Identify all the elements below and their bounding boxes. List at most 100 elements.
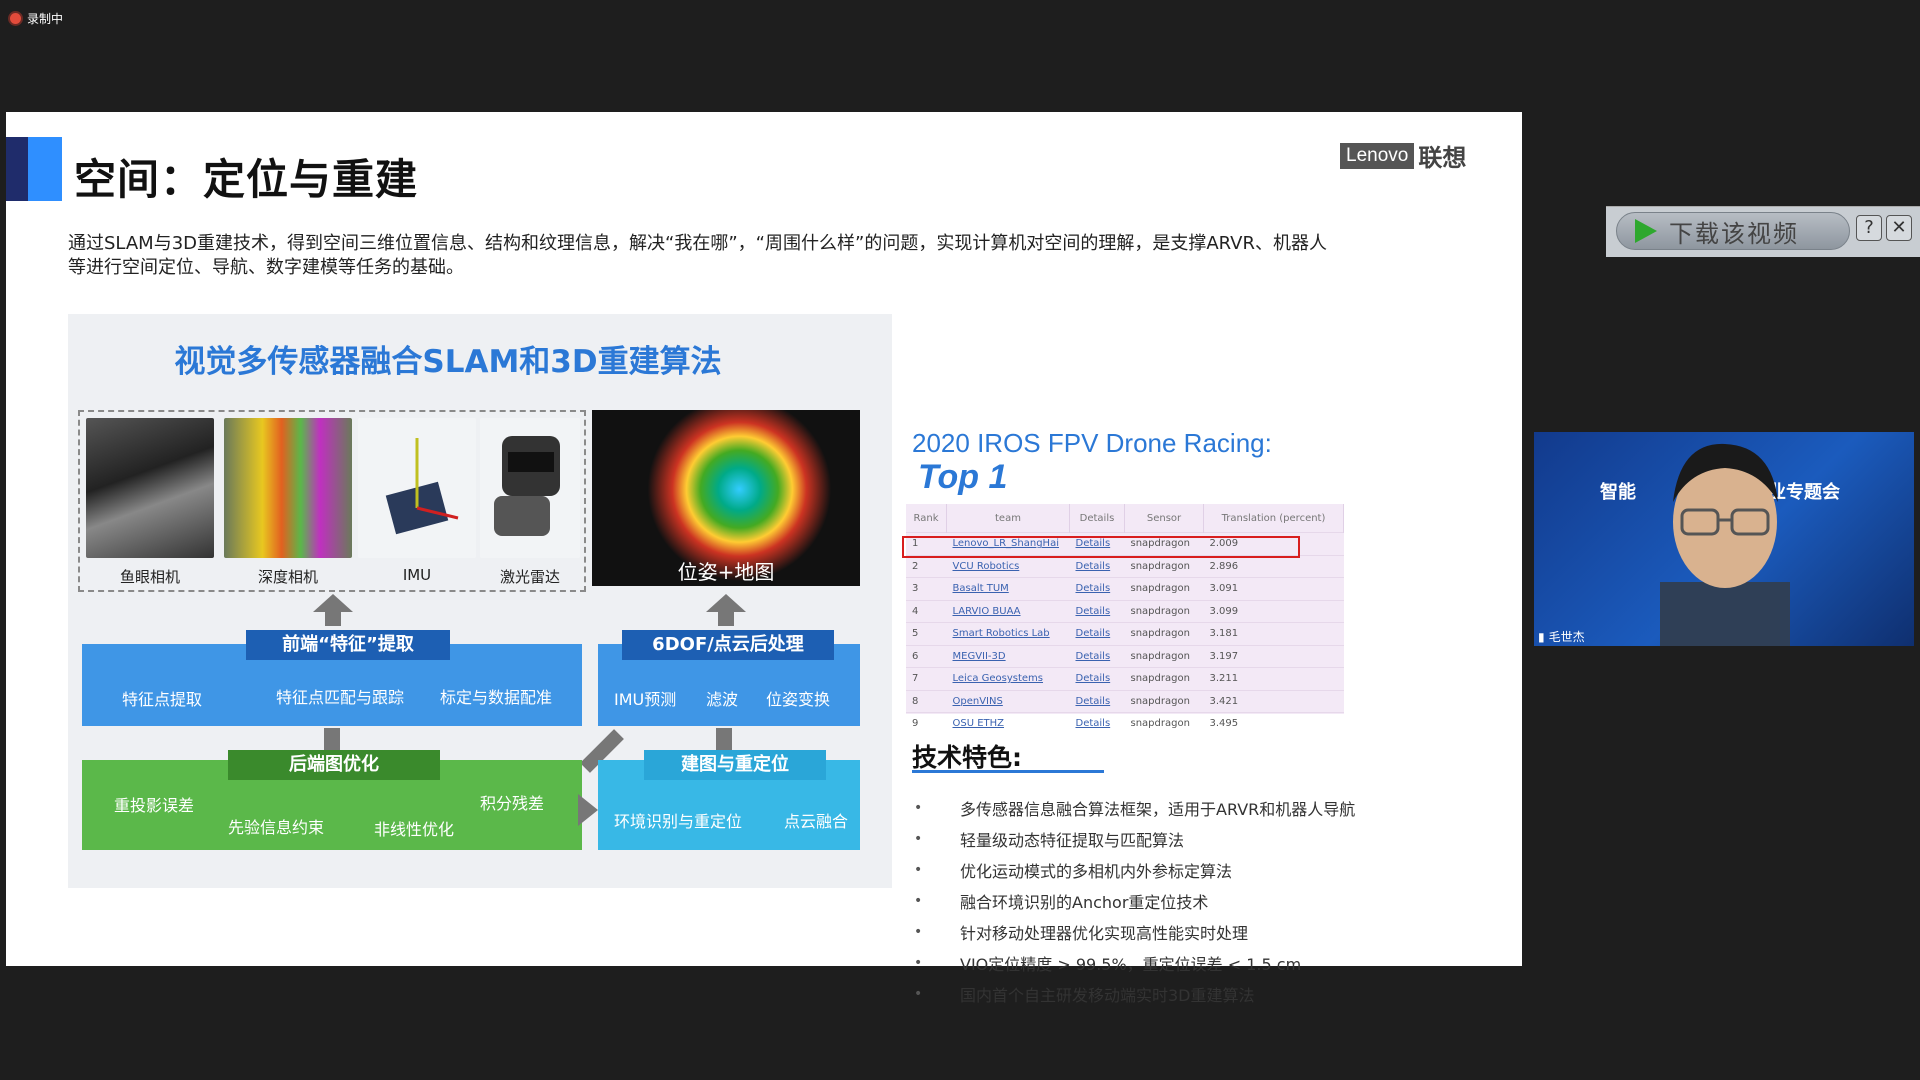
table-row: 4 LARVIO BUAA Details snapdragon 3.099 [906,599,1344,623]
team-cell[interactable]: OSU ETHZ [946,712,1070,735]
details-link[interactable]: Details [1069,622,1125,645]
rank-cell: 8 [906,689,947,713]
translation-cell: 3.495 [1203,712,1344,735]
feature-text: 融合环境识别的Anchor重定位技术 [960,892,1209,912]
backend-item: 积分残差 [480,794,545,813]
intro-text: 通过SLAM与3D重建技术，得到空间三维位置信息、结构和纹理信息，解决“我在哪”… [68,232,1468,280]
backend-item: 先验信息约束 [228,818,325,837]
pose-map-label: 位姿+地图 [677,560,775,584]
lidar-image [480,418,580,558]
rank-cell: 4 [906,599,947,623]
feature-text: 轻量级动态特征提取与匹配算法 [960,830,1185,850]
sensor-cell: snapdragon [1124,622,1204,645]
intro-line-2: 等进行空间定位、导航、数字建模等任务的基础。 [68,257,464,278]
translation-cell: 3.421 [1203,689,1344,713]
details-link[interactable]: Details [1069,689,1125,713]
team-cell[interactable]: Leica Geosystems [946,667,1070,690]
frontend-tag: 前端“特征”提取 [246,630,450,660]
table-row: 3 Basalt TUM Details snapdragon 3.091 [906,577,1344,600]
translation-cell: 3.099 [1203,599,1344,623]
table-row: 8 OpenVINS Details snapdragon 3.421 [906,689,1344,713]
postproc-item: 滤波 [706,690,739,709]
logo-en: Lenovo [1340,142,1415,169]
leaderboard-table: Rank team Details Sensor Translation (pe… [902,504,1344,735]
table-row: 9 OSU ETHZ Details snapdragon 3.495 [906,712,1344,735]
details-link[interactable]: Details [1069,667,1125,690]
reloc-item: 环境识别与重定位 [614,812,743,831]
sensor-cell: snapdragon [1124,577,1204,600]
col-sensor: Sensor [1124,504,1204,533]
table-header-row: Rank team Details Sensor Translation (pe… [906,504,1344,533]
details-link[interactable]: Details [1069,599,1125,623]
rank-cell: 9 [906,712,947,735]
translation-cell: 3.091 [1203,577,1344,600]
col-translation: Translation (percent) [1203,504,1344,533]
team-cell[interactable]: VCU Robotics [946,554,1070,578]
rank-cell: 5 [906,622,947,645]
sensor-cell: snapdragon [1124,689,1204,713]
postproc-item: IMU预测 [614,690,677,709]
details-link[interactable]: Details [1069,577,1125,600]
features-title: 技术特色: [912,743,1022,772]
col-team: team [946,504,1070,533]
details-link[interactable]: Details [1069,554,1125,578]
lenovo-logo: Lenovo 联想 [1340,138,1466,173]
translation-cell: 3.197 [1203,644,1344,668]
speaker-avatar [1660,443,1790,646]
webcam-bg-text: 智能 [1600,482,1636,503]
bullet-icon: • [914,923,923,940]
postproc-tag: 6DOF/点云后处理 [622,630,834,660]
col-rank: Rank [906,504,947,533]
reloc-item: 点云融合 [784,812,849,831]
details-link[interactable]: Details [1069,712,1125,735]
sensor-label-fisheye: 鱼眼相机 [119,568,180,586]
sensor-label-lidar: 激光雷达 [499,568,560,586]
bullet-icon: • [914,830,923,847]
bullet-icon: • [914,985,923,1002]
frontend-item: 特征点匹配与跟踪 [276,688,405,707]
close-button[interactable]: ✕ [1886,215,1912,241]
features-underline [912,770,1104,773]
sensor-cell: snapdragon [1124,599,1204,623]
download-video-button[interactable]: 下载该视频 [1616,212,1850,250]
title-accent-dark [6,137,28,201]
help-button[interactable]: ? [1856,215,1882,241]
rank-cell: 6 [906,644,947,668]
rank-cell: 7 [906,667,947,690]
team-cell[interactable]: OpenVINS [946,689,1070,713]
signal-icon: ▮ [1538,629,1545,644]
table-row: 5 Smart Robotics Lab Details snapdragon 3.18… [906,622,1344,645]
sensor-cell: snapdragon [1124,554,1204,578]
recording-indicator: 录制中 [10,10,63,27]
backend-item: 重投影误差 [114,796,195,815]
sensor-cell: snapdragon [1124,667,1204,690]
list-item: • VIO定位精度 > 99.5%，重定位误差 < 1.5 cm [912,947,1355,978]
rank-cell: 3 [906,577,947,600]
recording-label: 录制中 [27,12,64,26]
highlight-box [902,536,1300,558]
team-cell[interactable]: MEGVII-3D [946,644,1070,668]
fisheye-camera-image [86,418,214,558]
feature-text: 多传感器信息融合算法框架，适用于ARVR和机器人导航 [960,799,1356,819]
team-cell[interactable]: Smart Robotics Lab [946,622,1070,645]
list-item: • 轻量级动态特征提取与匹配算法 [912,823,1355,854]
feature-text: VIO定位精度 > 99.5%，重定位误差 < 1.5 cm [960,954,1302,974]
translation-cell: 2.896 [1203,554,1344,578]
arrow-right-icon [578,794,598,826]
details-link[interactable]: Details [1069,644,1125,668]
feature-text: 优化运动模式的多相机内外参标定算法 [960,861,1233,881]
team-cell[interactable]: LARVIO BUAA [946,599,1070,623]
postproc-item: 位姿变换 [766,690,831,709]
translation-cell: 3.181 [1203,622,1344,645]
backend-item: 非线性优化 [374,820,455,839]
table-row: 6 MEGVII-3D Details snapdragon 3.197 [906,644,1344,668]
feature-text: 国内首个自主研发移动端实时3D重建算法 [960,985,1255,1005]
features-list: • 多传感器信息融合算法框架，适用于ARVR和机器人导航 • 轻量级动态特征提取与匹配… [912,792,1355,1009]
list-item: • 国内首个自主研发移动端实时3D重建算法 [912,978,1355,1009]
list-item: • 多传感器信息融合算法框架，适用于ARVR和机器人导航 [912,792,1355,823]
team-cell[interactable]: Basalt TUM [946,577,1070,600]
table-row: 7 Leica Geosystems Details snapdragon 3.211 [906,667,1344,690]
table-row: 2 VCU Robotics Details snapdragon 2.896 [906,554,1344,578]
bullet-icon: • [914,954,923,971]
sensor-label-depth: 深度相机 [257,568,318,586]
